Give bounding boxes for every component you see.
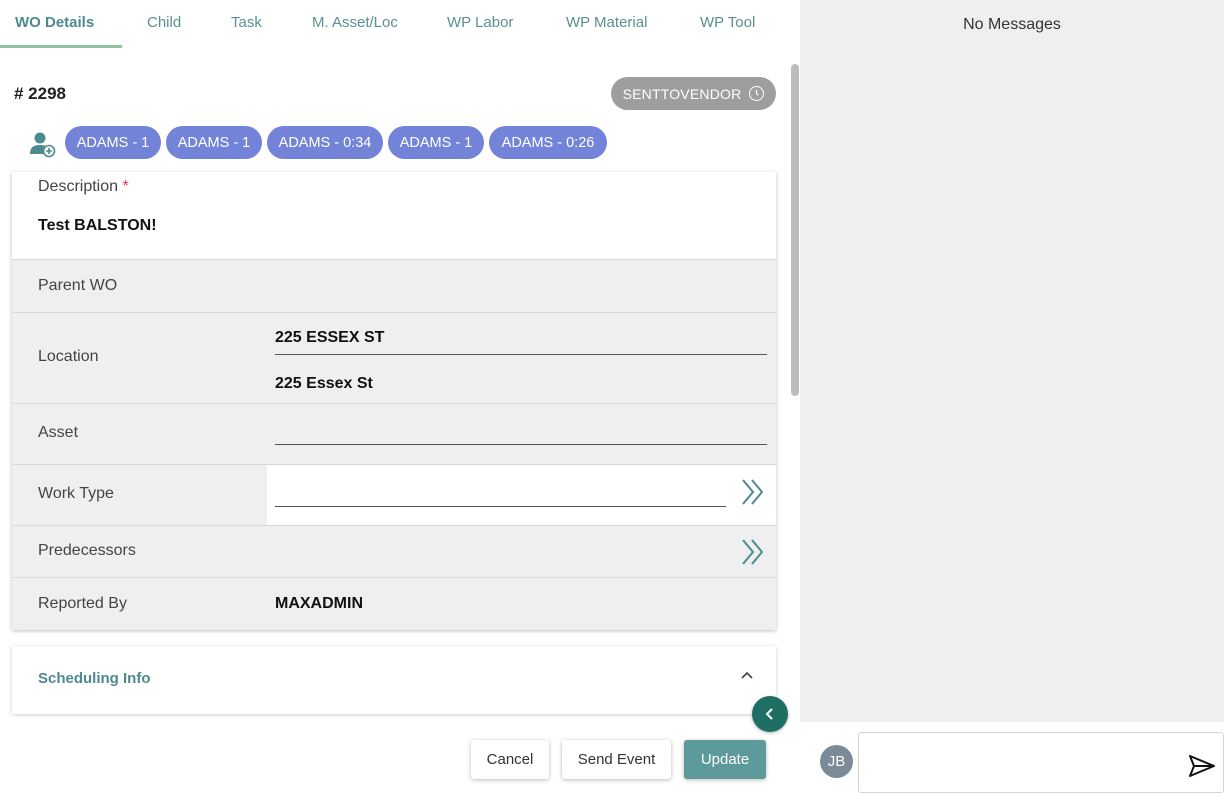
- double-chevron-right-icon[interactable]: [740, 537, 766, 567]
- cancel-button[interactable]: Cancel: [471, 740, 549, 779]
- details-card: Description * Test BALSTON! Parent WO Lo…: [12, 172, 776, 630]
- labor-chip[interactable]: ADAMS - 1: [388, 126, 484, 159]
- collapse-panel-button[interactable]: [752, 696, 788, 732]
- work-type-field[interactable]: [275, 506, 726, 507]
- active-tab-indicator: [0, 45, 122, 48]
- tab-m-asset-loc[interactable]: M. Asset/Loc: [312, 14, 398, 31]
- labor-chip[interactable]: ADAMS - 0:34: [267, 126, 383, 159]
- tab-wo-details[interactable]: WO Details: [15, 14, 94, 31]
- predecessors-row: Predecessors: [12, 526, 776, 578]
- parent-wo-label: Parent WO: [38, 277, 118, 294]
- labor-chip[interactable]: ADAMS - 1: [65, 126, 161, 159]
- user-add-icon[interactable]: [28, 130, 56, 158]
- asset-row: Asset: [12, 404, 776, 465]
- description-value[interactable]: Test BALSTON!: [38, 217, 157, 235]
- status-badge[interactable]: SENTTOVENDOR: [611, 77, 776, 110]
- scrollbar-thumb[interactable]: [791, 64, 799, 396]
- location-underline: [275, 354, 767, 355]
- work-type-row: Work Type: [12, 465, 776, 526]
- scheduling-info-section[interactable]: Scheduling Info: [12, 646, 776, 714]
- tab-task[interactable]: Task: [231, 14, 262, 31]
- reported-by-row: Reported By MAXADMIN: [12, 578, 776, 630]
- tab-wp-labor[interactable]: WP Labor: [447, 14, 513, 31]
- location-description: 225 Essex St: [275, 375, 373, 392]
- description-row: Description * Test BALSTON!: [12, 172, 776, 260]
- location-field[interactable]: 225 ESSEX ST: [275, 329, 384, 347]
- double-chevron-right-icon[interactable]: [740, 477, 766, 507]
- work-type-label: Work Type: [38, 485, 114, 502]
- predecessors-label: Predecessors: [38, 542, 136, 559]
- location-label: Location: [38, 348, 99, 365]
- message-input[interactable]: [858, 732, 1224, 793]
- tab-child[interactable]: Child: [147, 14, 181, 31]
- chevron-left-icon: [765, 708, 773, 720]
- labor-chip[interactable]: ADAMS - 1: [166, 126, 262, 159]
- work-order-pane: WO Details Child Task M. Asset/Loc WP La…: [0, 0, 800, 800]
- reported-by-value: MAXADMIN: [275, 595, 363, 612]
- description-label: Description: [38, 178, 119, 195]
- asset-label: Asset: [38, 424, 79, 441]
- send-event-button[interactable]: Send Event: [562, 740, 671, 779]
- location-row: Location 225 ESSEX ST 225 Essex St: [12, 313, 776, 404]
- no-messages-text: No Messages: [963, 16, 1061, 33]
- parent-wo-row[interactable]: Parent WO: [12, 260, 776, 313]
- avatar: JB: [820, 745, 853, 778]
- sync-icon: [749, 86, 765, 101]
- wo-number: # 2298: [14, 84, 66, 103]
- required-marker: *: [122, 178, 129, 195]
- reported-by-label: Reported By: [38, 595, 127, 612]
- send-icon[interactable]: [1188, 754, 1216, 778]
- tab-wp-tool[interactable]: WP Tool: [700, 14, 755, 31]
- labor-chip[interactable]: ADAMS - 0:26: [489, 126, 607, 159]
- status-label: SENTTOVENDOR: [622, 85, 742, 102]
- asset-field[interactable]: [275, 444, 767, 445]
- scheduling-info-title: Scheduling Info: [38, 670, 151, 687]
- work-type-input-area: [267, 465, 776, 525]
- tab-bar: WO Details Child Task M. Asset/Loc WP La…: [0, 0, 790, 48]
- tab-wp-material[interactable]: WP Material: [566, 14, 647, 31]
- chevron-up-icon[interactable]: [740, 670, 754, 680]
- messages-pane: No Messages: [800, 0, 1224, 722]
- update-button[interactable]: Update: [684, 740, 766, 779]
